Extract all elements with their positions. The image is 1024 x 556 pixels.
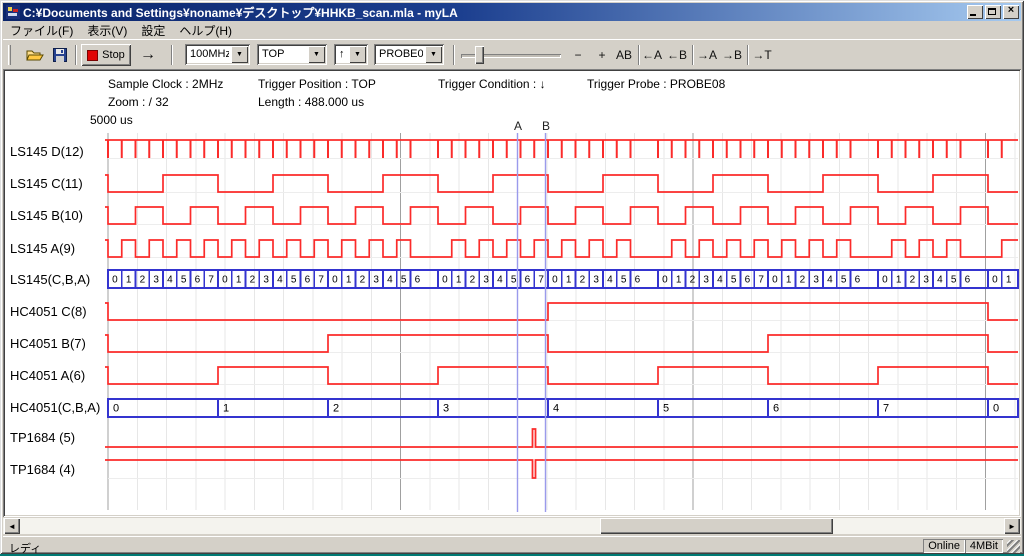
scroll-right-icon: ► bbox=[1008, 522, 1016, 531]
status-memory-badge: 4MBit bbox=[965, 539, 1003, 553]
channel-label-ls145-bus: LS145(C,B,A) bbox=[10, 272, 90, 287]
goto-b-button[interactable]: ←B bbox=[666, 44, 688, 66]
cursor-b-label[interactable]: B bbox=[539, 119, 553, 133]
open-button[interactable] bbox=[23, 44, 47, 66]
save-button[interactable] bbox=[48, 44, 72, 66]
move-a-button[interactable]: →A bbox=[696, 44, 718, 66]
maximize-button[interactable] bbox=[985, 5, 1001, 19]
channel-label-hc4051-c: HC4051 C(8) bbox=[10, 304, 87, 319]
trigger-position-combo[interactable]: TOP ▼ bbox=[257, 44, 327, 65]
title-bar: C:¥Documents and Settings¥noname¥デスクトップ¥… bbox=[3, 3, 1021, 21]
floppy-disk-icon bbox=[53, 48, 67, 62]
maximize-icon bbox=[988, 8, 996, 15]
scroll-left-button[interactable]: ◄ bbox=[4, 518, 20, 534]
chevron-down-icon[interactable]: ▼ bbox=[425, 46, 442, 63]
trigger-probe-value: PROBE00 bbox=[374, 44, 423, 65]
channel-label-hc4051-bus: HC4051(C,B,A) bbox=[10, 400, 100, 415]
sample-clock-info: Sample Clock : 2MHz bbox=[108, 77, 223, 91]
zoom-out-button[interactable]: − bbox=[569, 44, 587, 66]
stop-label: Stop bbox=[102, 49, 125, 61]
trigger-edge-value: ↑ bbox=[334, 44, 347, 65]
status-online-badge: Online bbox=[923, 539, 965, 553]
channel-label-hc4051-b: HC4051 B(7) bbox=[10, 336, 86, 351]
app-window: C:¥Documents and Settings¥noname¥デスクトップ¥… bbox=[0, 0, 1024, 554]
toolbar-gripper bbox=[8, 45, 11, 65]
time-scale-label: 5000 us bbox=[90, 113, 133, 127]
status-ready-text: レディ bbox=[9, 540, 41, 556]
move-b-button[interactable]: →B bbox=[721, 44, 743, 66]
toolbar-separator bbox=[171, 45, 173, 65]
window-title: C:¥Documents and Settings¥noname¥デスクトップ¥… bbox=[23, 4, 963, 21]
horizontal-scrollbar[interactable]: ◄ ► bbox=[3, 518, 1021, 534]
menu-help[interactable]: ヘルプ(H) bbox=[172, 21, 239, 40]
toolbar-separator bbox=[692, 45, 694, 65]
menu-bar: ファイル(F) 表示(V) 設定 ヘルプ(H) bbox=[3, 21, 1021, 39]
zoom-in-button[interactable]: + bbox=[593, 44, 611, 66]
toolbar-separator bbox=[638, 45, 640, 65]
trigger-position-value: TOP bbox=[257, 44, 306, 65]
minimize-button[interactable] bbox=[967, 5, 983, 19]
trigger-condition-info: Trigger Condition : ↓ bbox=[438, 77, 546, 91]
scroll-right-button[interactable]: ► bbox=[1004, 518, 1020, 534]
goto-a-button[interactable]: ←A bbox=[641, 44, 663, 66]
channel-label-ls145-b: LS145 B(10) bbox=[10, 208, 83, 223]
open-folder-icon bbox=[26, 48, 44, 62]
close-button[interactable]: × bbox=[1003, 5, 1019, 19]
cursor-a-label[interactable]: A bbox=[511, 119, 525, 133]
length-info: Length : 488.000 us bbox=[258, 95, 364, 109]
resize-grip[interactable] bbox=[1007, 540, 1020, 553]
run-arrow-icon: → bbox=[140, 46, 156, 64]
scroll-left-icon: ◄ bbox=[8, 522, 16, 531]
chevron-down-icon[interactable]: ▼ bbox=[308, 46, 325, 63]
menu-view[interactable]: 表示(V) bbox=[80, 21, 134, 40]
zoom-info: Zoom : / 32 bbox=[108, 95, 169, 109]
ab-button[interactable]: AB bbox=[613, 44, 635, 66]
minimize-icon bbox=[970, 14, 976, 16]
toolbar-separator bbox=[453, 45, 455, 65]
toolbar-separator bbox=[75, 45, 77, 65]
goto-trigger-button[interactable]: →T bbox=[751, 44, 773, 66]
trigger-position-info: Trigger Position : TOP bbox=[258, 77, 376, 91]
channel-label-ls145-d: LS145 D(12) bbox=[10, 144, 84, 159]
menu-file[interactable]: ファイル(F) bbox=[3, 21, 80, 40]
sample-clock-value: 100MHz bbox=[185, 44, 229, 65]
trigger-probe-combo[interactable]: PROBE00 ▼ bbox=[374, 44, 444, 65]
run-button[interactable]: → bbox=[135, 44, 161, 66]
close-icon: × bbox=[1003, 4, 1019, 16]
channel-label-tp1684-5: TP1684 (5) bbox=[10, 430, 75, 445]
zoom-slider-thumb[interactable] bbox=[475, 46, 484, 64]
sample-clock-combo[interactable]: 100MHz ▼ bbox=[185, 44, 250, 65]
trigger-probe-info: Trigger Probe : PROBE08 bbox=[587, 77, 725, 91]
trigger-edge-combo[interactable]: ↑ ▼ bbox=[334, 44, 368, 65]
scrollbar-thumb[interactable] bbox=[600, 518, 833, 534]
app-icon bbox=[6, 5, 20, 19]
toolbar: Stop → 100MHz ▼ TOP ▼ ↑ ▼ PROBE00 ▼ − + … bbox=[3, 39, 1021, 69]
status-bar: レディ Online 4MBit bbox=[3, 536, 1021, 553]
chevron-down-icon[interactable]: ▼ bbox=[349, 46, 366, 63]
stop-button[interactable]: Stop bbox=[81, 44, 131, 66]
channel-label-hc4051-a: HC4051 A(6) bbox=[10, 368, 85, 383]
channel-label-ls145-c: LS145 C(11) bbox=[10, 176, 83, 191]
stop-icon bbox=[87, 50, 98, 61]
menu-settings[interactable]: 設定 bbox=[134, 21, 172, 40]
chevron-down-icon[interactable]: ▼ bbox=[231, 46, 248, 63]
channel-label-ls145-a: LS145 A(9) bbox=[10, 241, 75, 256]
waveform-panel bbox=[3, 69, 1021, 517]
channel-label-tp1684-4: TP1684 (4) bbox=[10, 462, 75, 477]
toolbar-separator bbox=[747, 45, 749, 65]
